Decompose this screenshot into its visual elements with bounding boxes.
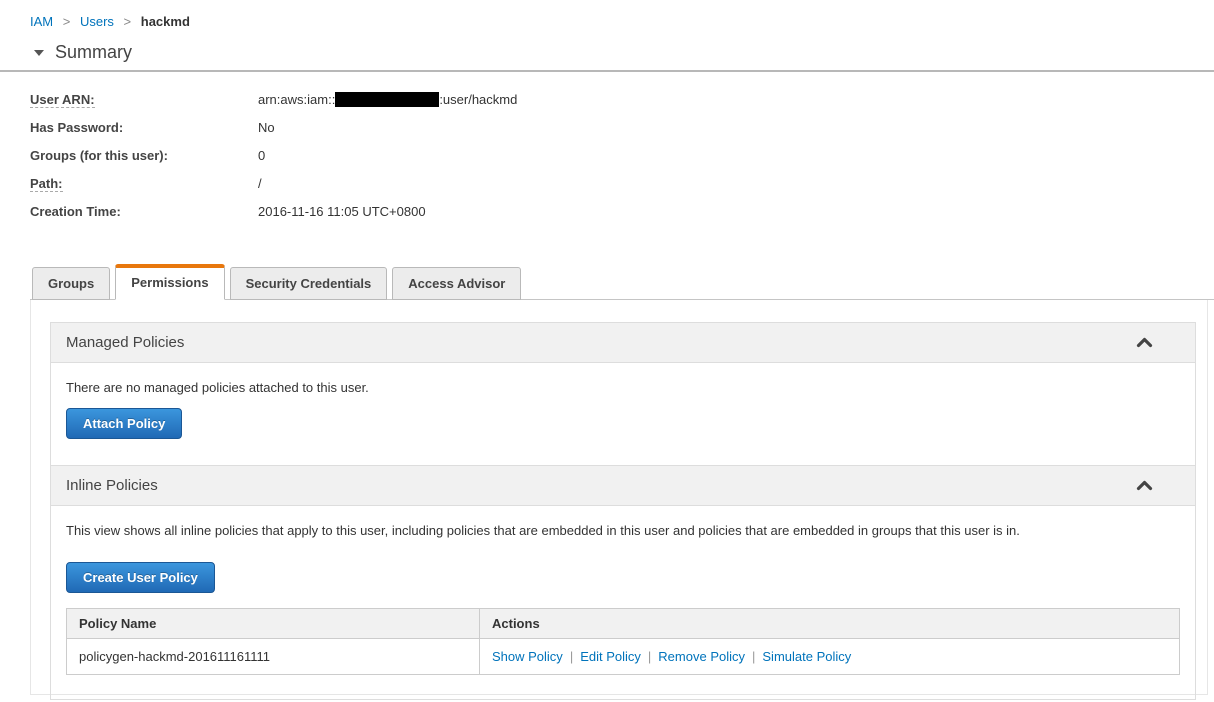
groups-value: 0 <box>258 148 266 163</box>
simulate-policy-link[interactable]: Simulate Policy <box>762 649 851 664</box>
inline-policies-section: Inline Policies This view shows all inli… <box>50 466 1196 700</box>
table-header-row: Policy Name Actions <box>66 608 1180 639</box>
inline-policies-header[interactable]: Inline Policies <box>51 466 1195 506</box>
managed-policies-empty-text: There are no managed policies attached t… <box>66 380 369 395</box>
tab-access-advisor[interactable]: Access Advisor <box>392 267 522 300</box>
table-row: policygen-hackmd-201611161111 Show Polic… <box>66 638 1180 675</box>
summary-field-path: Path: / <box>0 170 1214 198</box>
tab-groups[interactable]: Groups <box>32 267 111 300</box>
breadcrumb-current-user: hackmd <box>140 14 190 29</box>
path-value: / <box>258 176 262 191</box>
summary-title: Summary <box>55 42 133 62</box>
groups-label: Groups (for this user): <box>30 148 168 163</box>
breadcrumb-link-users[interactable]: Users <box>80 14 114 29</box>
policy-name-cell: policygen-hackmd-201611161111 <box>66 638 480 675</box>
has-password-label: Has Password: <box>30 120 124 135</box>
managed-policies-title: Managed Policies <box>66 334 185 351</box>
tab-bar: Groups Permissions Security Credentials … <box>0 264 1214 300</box>
create-user-policy-button[interactable]: Create User Policy <box>66 562 215 593</box>
action-separator: | <box>752 649 756 664</box>
show-policy-link[interactable]: Show Policy <box>492 649 563 664</box>
policy-actions-cell: Show Policy | Edit Policy | Remove Policy | Si… <box>479 638 1180 675</box>
action-separator: | <box>569 649 574 664</box>
has-password-value: No <box>258 120 275 135</box>
collapse-button[interactable] <box>1134 335 1155 350</box>
caret-down-icon <box>34 49 44 56</box>
actions-column-header: Actions <box>479 608 1180 639</box>
action-separator: | <box>647 649 652 664</box>
summary-field-has-password: Has Password: No <box>0 114 1214 142</box>
chevron-up-icon <box>1136 480 1153 491</box>
inline-policies-body: This view shows all inline policies that… <box>51 506 1195 699</box>
summary-field-user-arn: User ARN: arn:aws:iam:::user/hackmd <box>0 86 1214 114</box>
breadcrumb-separator: > <box>123 14 132 29</box>
tab-security-credentials[interactable]: Security Credentials <box>229 267 388 300</box>
permissions-tab-panel: Managed Policies There are no managed po… <box>30 300 1208 700</box>
managed-policies-body: There are no managed policies attached t… <box>51 363 1195 465</box>
policy-name-column-header: Policy Name <box>66 608 480 639</box>
user-arn-label: User ARN: <box>30 92 95 108</box>
attach-policy-button[interactable]: Attach Policy <box>66 408 183 439</box>
tab-permissions[interactable]: Permissions <box>115 264 225 300</box>
creation-time-label: Creation Time: <box>30 204 121 219</box>
collapse-button[interactable] <box>1134 478 1155 493</box>
summary-field-groups: Groups (for this user): 0 <box>0 142 1214 170</box>
breadcrumb-link-iam[interactable]: IAM <box>30 14 53 29</box>
creation-time-value: 2016-11-16 11:05 UTC+0800 <box>258 204 426 219</box>
user-arn-value: arn:aws:iam:::user/hackmd <box>258 92 518 107</box>
inline-policies-description: This view shows all inline policies that… <box>66 523 1020 538</box>
summary-field-creation-time: Creation Time: 2016-11-16 11:05 UTC+0800 <box>0 198 1214 226</box>
inline-policies-table: Policy Name Actions policygen-hackmd-201… <box>66 608 1180 675</box>
summary-fields: User ARN: arn:aws:iam:::user/hackmd Has … <box>0 86 1214 226</box>
summary-section-header[interactable]: Summary <box>34 42 1214 63</box>
managed-policies-header[interactable]: Managed Policies <box>51 323 1195 363</box>
breadcrumb: IAM > Users > hackmd <box>0 0 1214 29</box>
managed-policies-section: Managed Policies There are no managed po… <box>50 322 1196 466</box>
edit-policy-link[interactable]: Edit Policy <box>580 649 641 664</box>
path-label: Path: <box>30 176 63 192</box>
chevron-up-icon <box>1136 337 1153 348</box>
remove-policy-link[interactable]: Remove Policy <box>658 649 745 664</box>
breadcrumb-separator: > <box>62 14 71 29</box>
redacted-account-id <box>335 92 440 107</box>
summary-divider <box>0 70 1214 72</box>
inline-policies-title: Inline Policies <box>66 477 158 494</box>
